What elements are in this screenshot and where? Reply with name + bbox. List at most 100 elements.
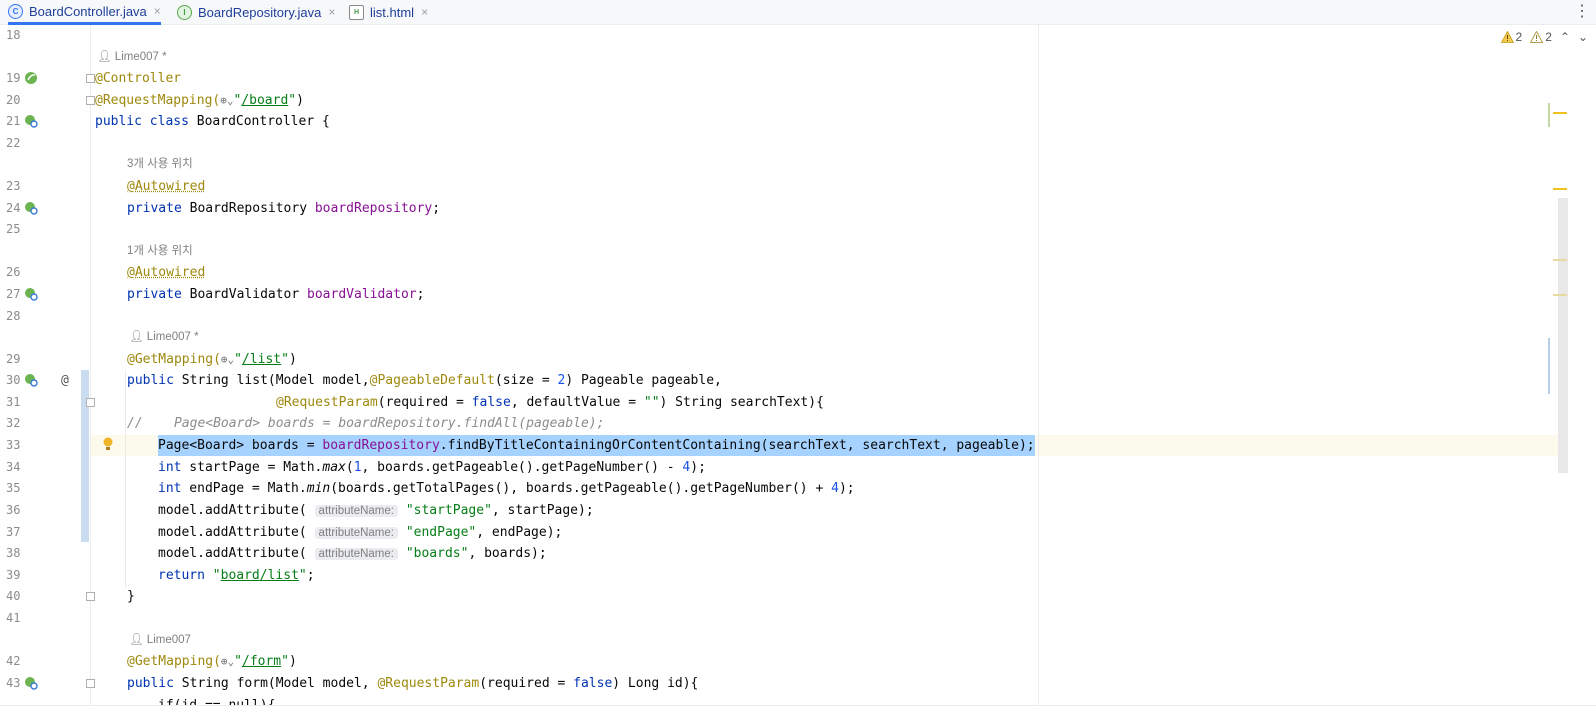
author-hint[interactable]: 👤︎ Lime007 — [129, 630, 191, 651]
spring-bean-search-icon[interactable] — [24, 287, 38, 301]
code-line-32[interactable]: 32 // Page<Board> boards = boardReposito… — [0, 413, 1568, 434]
web-endpoint-icon[interactable]: ⊕⌄ — [220, 94, 233, 107]
code-text[interactable]: @RequestParam(required = false, defaultV… — [276, 392, 824, 413]
chevron-down-icon[interactable]: ⌄ — [1578, 30, 1588, 44]
author-label: Lime007 — [146, 634, 191, 646]
code-text[interactable]: model.addAttribute( attributeName: "boar… — [158, 543, 547, 565]
usages-hint[interactable]: 3개 사용 위치 — [127, 154, 193, 175]
code-text[interactable]: if(id == null){ — [158, 695, 275, 705]
code-text[interactable]: @Autowired — [127, 176, 205, 197]
more-tabs-icon[interactable]: ⋮ — [1574, 1, 1590, 23]
author-label: Lime007 * — [146, 331, 199, 343]
parameter-hint: attributeName: — [314, 527, 398, 539]
code-line-41[interactable]: 41 — [0, 608, 1568, 629]
line-number: 40 — [6, 589, 21, 603]
code-line-37[interactable]: 37 model.addAttribute( attributeName: "e… — [0, 522, 1568, 543]
editor-tab-bar: C BoardController.java × I BoardReposito… — [0, 0, 1596, 25]
code-line-43[interactable]: 43 public String form(Model model, @Requ… — [0, 673, 1568, 694]
lightbulb-icon[interactable] — [103, 437, 113, 451]
code-text[interactable]: public class BoardController { — [95, 111, 330, 132]
spring-bean-search-icon[interactable] — [24, 201, 38, 215]
code-line-30[interactable]: 30 @ public String list(Model model,@Pag… — [0, 370, 1568, 391]
code-line-19[interactable]: 19 @Controller — [0, 68, 1568, 89]
spring-bean-search-icon[interactable] — [24, 676, 38, 690]
code-line-34[interactable]: 34 int startPage = Math.max(1, boards.ge… — [0, 457, 1568, 478]
line-number: 41 — [6, 611, 21, 625]
code-text[interactable]: @GetMapping(⊕⌄"/form") — [127, 651, 297, 672]
close-icon[interactable]: × — [154, 4, 161, 18]
code-line-36[interactable]: 36 model.addAttribute( attributeName: "s… — [0, 500, 1568, 521]
spring-bean-icon[interactable] — [24, 71, 38, 85]
web-endpoint-icon[interactable]: ⊕⌄ — [221, 353, 234, 366]
code-line-24[interactable]: 24 private BoardRepository boardReposito… — [0, 198, 1568, 219]
code-text[interactable]: public String form(Model model, @Request… — [127, 673, 698, 694]
code-text[interactable]: @Controller — [95, 68, 181, 89]
code-line-44[interactable]: if(id == null){ — [0, 695, 1568, 705]
code-line-23[interactable]: 23 @Autowired — [0, 176, 1568, 197]
code-line-27[interactable]: 27 private BoardValidator boardValidator… — [0, 284, 1568, 305]
code-text[interactable]: int endPage = Math.min(boards.getTotalPa… — [158, 478, 855, 499]
code-line-42[interactable]: 42 @GetMapping(⊕⌄"/form") — [0, 651, 1568, 672]
code-text[interactable]: @GetMapping(⊕⌄"/list") — [127, 349, 297, 370]
code-line-31[interactable]: 31 @RequestParam(required = false, defau… — [0, 392, 1568, 413]
code-line-20[interactable]: 20 @RequestMapping(⊕⌄"/board") — [0, 90, 1568, 111]
inlay-author-hint[interactable]: 👤︎ Lime007 * — [0, 327, 1568, 348]
code-comment[interactable]: // Page<Board> boards = boardRepository.… — [127, 413, 604, 434]
close-icon[interactable]: × — [421, 5, 428, 19]
inlay-author-hint[interactable]: 👤︎ Lime007 * — [0, 47, 1568, 68]
inlay-usages-hint[interactable]: 3개 사용 위치 — [0, 154, 1568, 175]
parameter-hint: attributeName: — [314, 548, 398, 560]
line-number: 29 — [6, 352, 21, 366]
code-text[interactable]: model.addAttribute( attributeName: "star… — [158, 500, 594, 522]
code-line-29[interactable]: 29 @GetMapping(⊕⌄"/list") — [0, 349, 1568, 370]
code-text[interactable]: private BoardValidator boardValidator; — [127, 284, 424, 305]
code-line-18[interactable]: 18 — [0, 25, 1568, 46]
author-hint[interactable]: 👤︎ Lime007 * — [129, 327, 199, 348]
code-line-38[interactable]: 38 model.addAttribute( attributeName: "b… — [0, 543, 1568, 564]
line-number: 33 — [6, 438, 21, 452]
code-line-35[interactable]: 35 int endPage = Math.min(boards.getTota… — [0, 478, 1568, 499]
line-number: 18 — [6, 28, 21, 42]
code-text[interactable]: return "board/list"; — [158, 565, 315, 586]
author-hint[interactable]: 👤︎ Lime007 * — [97, 47, 167, 68]
line-number: 22 — [6, 136, 21, 150]
spring-bean-search-icon[interactable] — [24, 114, 38, 128]
line-number: 23 — [6, 179, 21, 193]
code-text[interactable]: public String list(Model model,@Pageable… — [127, 370, 722, 391]
spring-bean-search-icon[interactable] — [24, 373, 38, 387]
at-endpoint-icon[interactable]: @ — [61, 370, 69, 391]
code-line-39[interactable]: 39 return "board/list"; — [0, 565, 1568, 586]
close-icon[interactable]: × — [328, 5, 335, 19]
line-number: 39 — [6, 568, 21, 582]
editor-bottom-edge — [0, 705, 1596, 721]
inlay-author-hint[interactable]: 👤︎ Lime007 — [0, 630, 1568, 651]
tab-list-html[interactable]: H list.html × — [349, 0, 428, 24]
person-icon: 👤︎ — [97, 51, 115, 63]
tab-label: list.html — [370, 4, 415, 20]
code-text[interactable]: @RequestMapping(⊕⌄"/board") — [95, 90, 304, 111]
code-line-28[interactable]: 28 — [0, 306, 1568, 327]
code-text[interactable]: private BoardRepository boardRepository; — [127, 198, 440, 219]
web-endpoint-icon[interactable]: ⊕⌄ — [221, 655, 234, 668]
tab-board-controller[interactable]: C BoardController.java × — [8, 0, 161, 25]
code-text[interactable]: model.addAttribute( attributeName: "endP… — [158, 522, 562, 544]
parameter-hint: attributeName: — [314, 505, 398, 517]
inlay-usages-hint[interactable]: 1개 사용 위치 — [0, 241, 1568, 262]
code-line-22[interactable]: 22 — [0, 133, 1568, 154]
person-icon: 👤︎ — [129, 634, 147, 646]
code-line-25[interactable]: 25 — [0, 219, 1568, 240]
usages-hint[interactable]: 1개 사용 위치 — [127, 241, 193, 262]
line-number: 37 — [6, 525, 21, 539]
code-line-40[interactable]: 40 } — [0, 586, 1568, 607]
selected-code-text[interactable]: Page<Board> boards = boardRepository.fin… — [158, 435, 1035, 456]
code-text[interactable]: @Autowired — [127, 262, 205, 283]
code-text[interactable]: int startPage = Math.max(1, boards.getPa… — [158, 457, 706, 478]
code-line-33[interactable]: 33 Page<Board> boards = boardRepository.… — [0, 435, 1568, 456]
tab-board-repository[interactable]: I BoardRepository.java × — [177, 0, 335, 24]
line-number: 31 — [6, 395, 21, 409]
line-number: 34 — [6, 460, 21, 474]
code-text[interactable]: } — [127, 586, 135, 607]
code-line-26[interactable]: 26 @Autowired — [0, 262, 1568, 283]
line-number: 38 — [6, 546, 21, 560]
code-line-21[interactable]: 21 public class BoardController { — [0, 111, 1568, 132]
